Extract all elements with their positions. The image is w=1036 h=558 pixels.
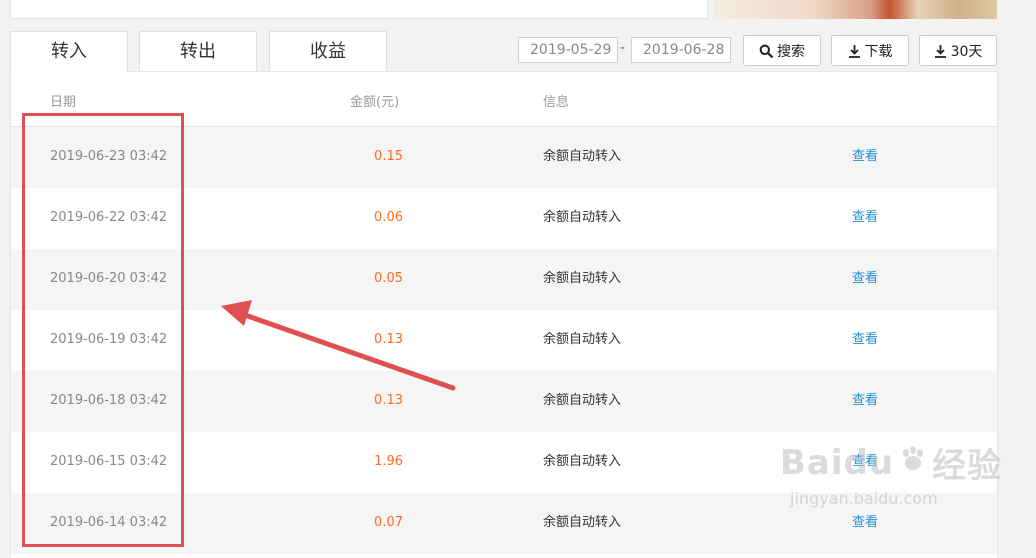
row-date: 2019-06-23 03:42 [50, 149, 168, 164]
table-row: 2019-06-18 03:42 0.13 余额自动转入 查看 [11, 371, 997, 432]
download-30-days-label: 30天 [950, 43, 983, 60]
row-date: 2019-06-22 03:42 [50, 210, 168, 225]
search-button[interactable]: 搜索 [743, 35, 821, 66]
row-info: 余额自动转入 [543, 393, 622, 408]
download-button-label: 下载 [864, 43, 893, 60]
row-amount: 0.06 [374, 210, 403, 225]
view-link[interactable]: 查看 [852, 271, 878, 287]
search-icon [759, 44, 773, 58]
row-amount: 0.07 [374, 515, 403, 530]
search-button-label: 搜索 [777, 43, 805, 60]
row-info: 余额自动转入 [543, 149, 622, 164]
header-amount: 金额(元) [350, 95, 400, 110]
row-info: 余额自动转入 [543, 210, 622, 225]
row-date: 2019-06-14 03:42 [50, 515, 168, 530]
download-icon [848, 44, 861, 58]
tab-label: 收益 [310, 41, 346, 62]
row-amount: 0.05 [374, 271, 403, 286]
row-date: 2019-06-15 03:42 [50, 454, 168, 469]
row-amount: 0.13 [374, 332, 403, 347]
tab-transfer-out[interactable]: 转出 [139, 31, 257, 71]
tab-transfer-in[interactable]: 转入 [10, 31, 128, 72]
table-row: 2019-06-15 03:42 1.96 余额自动转入 查看 [11, 432, 997, 493]
table-header: 日期 金额(元) 信息 [11, 72, 997, 127]
tab-earnings[interactable]: 收益 [269, 31, 387, 71]
row-info: 余额自动转入 [543, 454, 622, 469]
start-date-input[interactable]: 2019-05-29 [518, 37, 618, 63]
row-amount: 0.15 [374, 149, 403, 164]
transactions-table: 日期 金额(元) 信息 2019-06-23 03:42 0.15 余额自动转入… [10, 71, 998, 558]
table-body: 2019-06-23 03:42 0.15 余额自动转入 查看 2019-06-… [11, 127, 997, 554]
view-link[interactable]: 查看 [852, 149, 878, 165]
tab-label: 转出 [180, 41, 216, 62]
row-date: 2019-06-20 03:42 [50, 271, 168, 286]
date-separator: - [620, 40, 626, 56]
row-date: 2019-06-18 03:42 [50, 393, 168, 408]
table-row: 2019-06-23 03:42 0.15 余额自动转入 查看 [11, 127, 997, 188]
table-row: 2019-06-20 03:42 0.05 余额自动转入 查看 [11, 249, 997, 310]
download-icon [934, 44, 947, 58]
row-date: 2019-06-19 03:42 [50, 332, 168, 347]
download-30-days-button[interactable]: 30天 [919, 35, 997, 66]
end-date-input[interactable]: 2019-06-28 [631, 37, 731, 63]
view-link[interactable]: 查看 [852, 515, 878, 531]
table-row: 2019-06-19 03:42 0.13 余额自动转入 查看 [11, 310, 997, 371]
tab-label: 转入 [51, 41, 87, 62]
table-row: 2019-06-14 03:42 0.07 余额自动转入 查看 [11, 493, 997, 554]
view-link[interactable]: 查看 [852, 210, 878, 226]
header-date: 日期 [50, 95, 77, 110]
view-link[interactable]: 查看 [852, 393, 878, 409]
download-button[interactable]: 下载 [831, 35, 909, 66]
header-info: 信息 [543, 95, 570, 110]
row-amount: 0.13 [374, 393, 403, 408]
row-info: 余额自动转入 [543, 515, 622, 530]
promo-banner[interactable] [715, 0, 997, 19]
row-info: 余额自动转入 [543, 332, 622, 347]
top-panel [10, 0, 708, 19]
table-row: 2019-06-22 03:42 0.06 余额自动转入 查看 [11, 188, 997, 249]
view-link[interactable]: 查看 [852, 332, 878, 348]
row-amount: 1.96 [374, 454, 403, 469]
view-link[interactable]: 查看 [852, 454, 878, 470]
row-info: 余额自动转入 [543, 271, 622, 286]
